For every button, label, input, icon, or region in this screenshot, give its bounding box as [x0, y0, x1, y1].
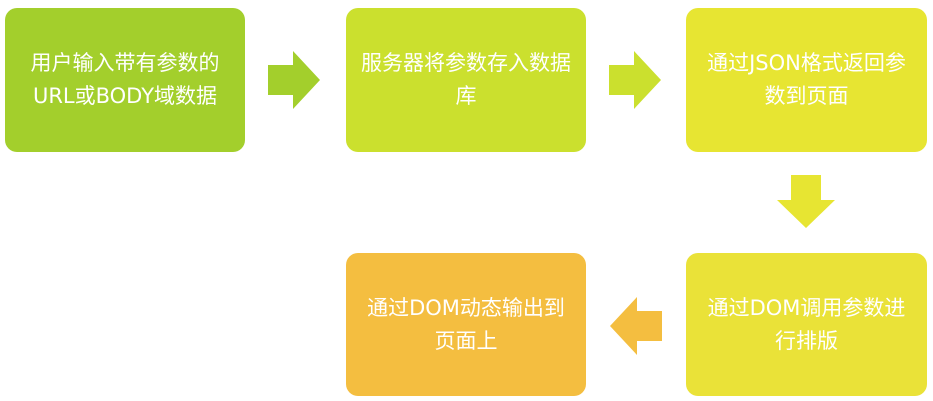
- step-2-label: 服务器将参数存入数据库: [361, 51, 571, 108]
- step-5-label: 通过DOM动态输出到页面上: [367, 295, 565, 353]
- arrow-4-shape: [610, 297, 662, 355]
- arrow-right-icon: [268, 51, 320, 109]
- step-2-box: 服务器将参数存入数据库: [346, 8, 586, 152]
- step-5-box: 通过DOM动态输出到页面上: [346, 253, 586, 396]
- arrow-down-icon: [777, 175, 835, 228]
- arrow-right-icon: [609, 51, 661, 109]
- step-1-label: 用户输入带有参数的URL或BODY域数据: [30, 51, 220, 108]
- step-4-box: 通过DOM调用参数进行排版: [686, 253, 927, 396]
- step-3-label: 通过JSON格式返回参数到页面: [707, 51, 906, 108]
- arrow-2-shape: [609, 51, 661, 109]
- arrow-3-shape: [777, 175, 835, 228]
- step-4-label: 通过DOM调用参数进行排版: [707, 295, 906, 353]
- arrow-1-shape: [268, 51, 320, 109]
- arrow-left-icon: [610, 297, 662, 355]
- step-3-box: 通过JSON格式返回参数到页面: [686, 8, 927, 152]
- step-1-box: 用户输入带有参数的URL或BODY域数据: [5, 8, 245, 152]
